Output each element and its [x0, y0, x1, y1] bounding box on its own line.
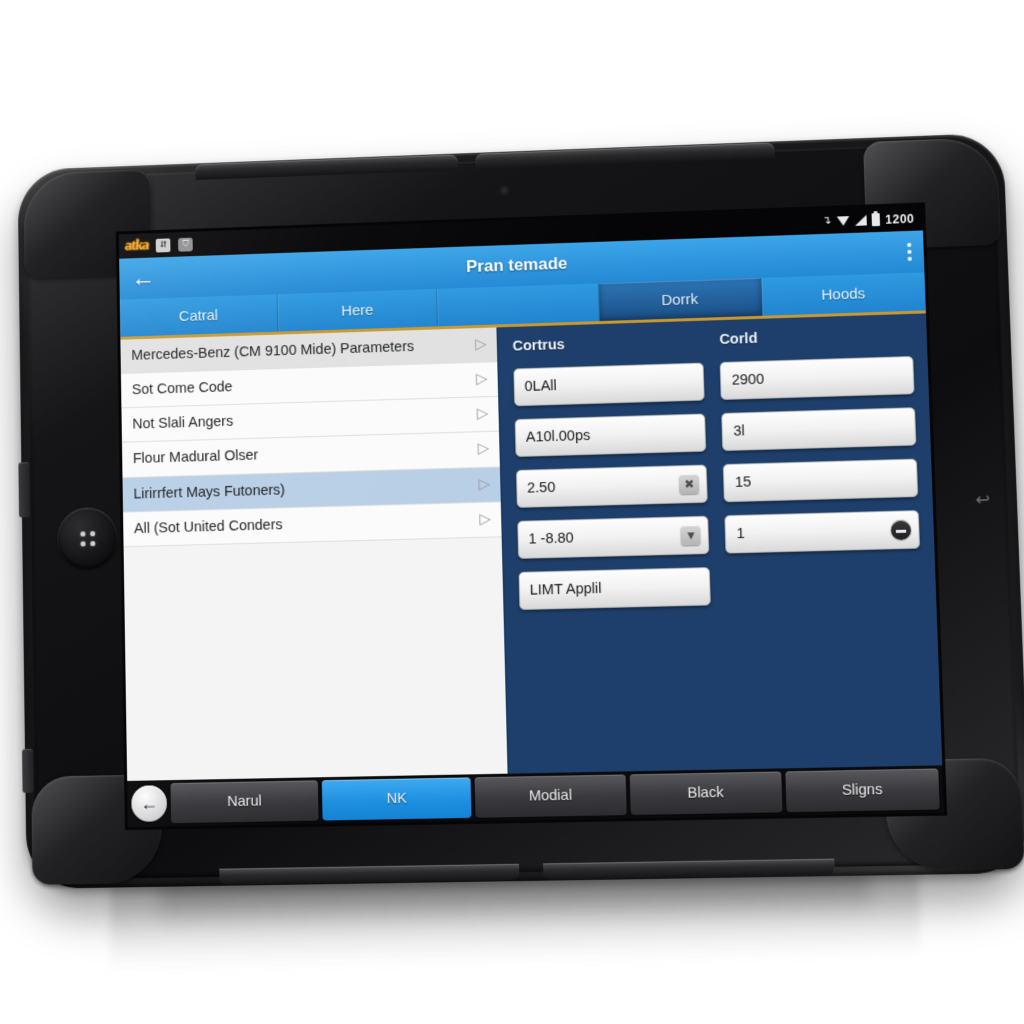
field-value: 0LAll: [524, 378, 557, 395]
button-label: NK: [386, 790, 407, 808]
tab-label: Hoods: [821, 284, 866, 304]
list-item-label: Not Slali Angers: [132, 414, 234, 433]
field-value: 2.50: [526, 479, 556, 497]
toolbar-back-button[interactable]: ←: [131, 785, 168, 822]
tab-catral[interactable]: Catral: [119, 294, 279, 337]
field-corld-3[interactable]: 15: [723, 458, 919, 503]
list-item-label: Mercedes-Benz (CM 9100 Mide) Parameters: [131, 339, 415, 364]
tab-label: Catral: [178, 306, 219, 325]
list-item-label: Lirirrfert Mays Futoners): [133, 481, 286, 503]
bottom-ridge-right: [543, 858, 835, 880]
field-cortrus-4[interactable]: 1 -8.80 ▼: [516, 515, 710, 559]
list-item-label: Flour Madural Olser: [132, 447, 259, 468]
button-label: Sligns: [841, 781, 883, 799]
side-button-power[interactable]: [18, 462, 30, 518]
field-cortrus-3[interactable]: 2.50 ✖: [515, 464, 709, 508]
column-cortrus: Cortrus 0LAll A10l.00ps 2.50 ✖ 1 -8.80 ▼…: [512, 333, 716, 774]
usb-status-icon: ↴: [822, 214, 832, 228]
chevron-right-icon: ▷: [479, 509, 492, 528]
field-value: 15: [734, 474, 752, 491]
field-value: 3l: [733, 423, 745, 440]
list-empty-space: [123, 537, 508, 781]
top-ridge-left: [195, 154, 458, 180]
field-corld-4[interactable]: 1 ▬: [724, 510, 921, 554]
tab-dorrk[interactable]: Dorrk: [598, 277, 763, 322]
field-cortrus-2[interactable]: A10l.00ps: [514, 413, 707, 458]
list-item-label: All (Sot United Conders: [133, 516, 283, 537]
parameter-list-panel: Mercedes-Benz (CM 9100 Mide) Parameters …: [120, 327, 510, 781]
shield-icon: ⛉: [178, 237, 194, 252]
tablet-wrapper: ↩ atka ⮃ ⛉ ↴ 1200 ← Pran temade Catral H…: [0, 0, 1024, 1024]
field-value: A10l.00ps: [525, 427, 591, 446]
tab-label: Here: [341, 301, 374, 320]
tab-hoods[interactable]: Hoods: [761, 272, 926, 315]
usb-icon: ⮃: [156, 237, 171, 253]
field-value: LIMT Applil: [529, 580, 602, 599]
toolbar-button-sligns[interactable]: Sligns: [785, 768, 940, 813]
column-header: Corld: [719, 330, 758, 349]
battery-icon: [871, 213, 881, 227]
status-indicators: ↴ 1200: [822, 211, 915, 228]
chevron-right-icon: ▷: [477, 439, 490, 458]
list-item-label: Sot Come Code: [131, 379, 233, 399]
tab-here[interactable]: Here: [277, 288, 439, 332]
values-panel: Cortrus 0LAll A10l.00ps 2.50 ✖ 1 -8.80 ▼…: [498, 313, 943, 774]
home-button[interactable]: [56, 506, 119, 570]
wifi-icon: [836, 216, 849, 226]
tablet-screen: atka ⮃ ⛉ ↴ 1200 ← Pran temade Catral Her…: [118, 205, 944, 828]
button-label: Black: [687, 784, 724, 802]
toolbar-button-black[interactable]: Black: [629, 771, 783, 816]
back-arrow-icon[interactable]: ←: [131, 264, 156, 292]
signal-icon: [855, 214, 868, 225]
field-corld-2[interactable]: 3l: [721, 407, 917, 452]
app-logo: atka: [123, 237, 150, 254]
toggle-icon[interactable]: ▬: [890, 519, 912, 541]
field-value: 1: [736, 525, 745, 543]
chevron-right-icon: ▷: [475, 370, 488, 388]
app-body: Mercedes-Benz (CM 9100 Mide) Parameters …: [120, 313, 943, 781]
field-value: 1 -8.80: [528, 530, 574, 548]
field-cortrus-1[interactable]: 0LAll: [513, 362, 706, 407]
field-cortrus-5[interactable]: LIMT Applil: [518, 567, 712, 611]
tab-empty[interactable]: [437, 283, 600, 327]
overflow-menu-icon[interactable]: [907, 242, 912, 261]
screenshot-canvas: ↩ atka ⮃ ⛉ ↴ 1200 ← Pran temade Catral H…: [0, 0, 1024, 1024]
field-value: 2900: [731, 371, 765, 389]
chevron-right-icon: ▷: [474, 335, 487, 353]
bezel-back-glyph-icon: ↩: [975, 489, 991, 510]
field-corld-1[interactable]: 2900: [719, 355, 915, 400]
button-label: Modial: [528, 787, 573, 805]
home-button-dots-icon: [79, 530, 95, 546]
column-header: Cortrus: [512, 337, 565, 355]
back-arrow-icon: ←: [140, 793, 159, 814]
button-label: Narul: [227, 793, 262, 811]
chevron-right-icon: ▷: [476, 404, 489, 423]
top-ridge-right: [475, 142, 775, 170]
front-camera-icon: [500, 186, 508, 195]
tab-label: Dorrk: [661, 290, 699, 309]
clear-icon[interactable]: ✖: [679, 473, 700, 495]
toolbar-button-nk[interactable]: NK: [321, 777, 472, 821]
status-clock: 1200: [884, 211, 915, 227]
bottom-ridge-left: [219, 863, 520, 885]
side-button-volume[interactable]: [22, 748, 34, 793]
toolbar-button-narul[interactable]: Narul: [170, 780, 319, 824]
toolbar-button-modial[interactable]: Modial: [474, 774, 627, 818]
chevron-right-icon: ▷: [478, 474, 491, 493]
rugged-tablet-device: ↩ atka ⮃ ⛉ ↴ 1200 ← Pran temade Catral H…: [17, 132, 1024, 889]
chevron-down-icon[interactable]: ▼: [680, 524, 702, 546]
column-corld: Corld 2900 3l 15 1 ▬: [719, 326, 928, 769]
